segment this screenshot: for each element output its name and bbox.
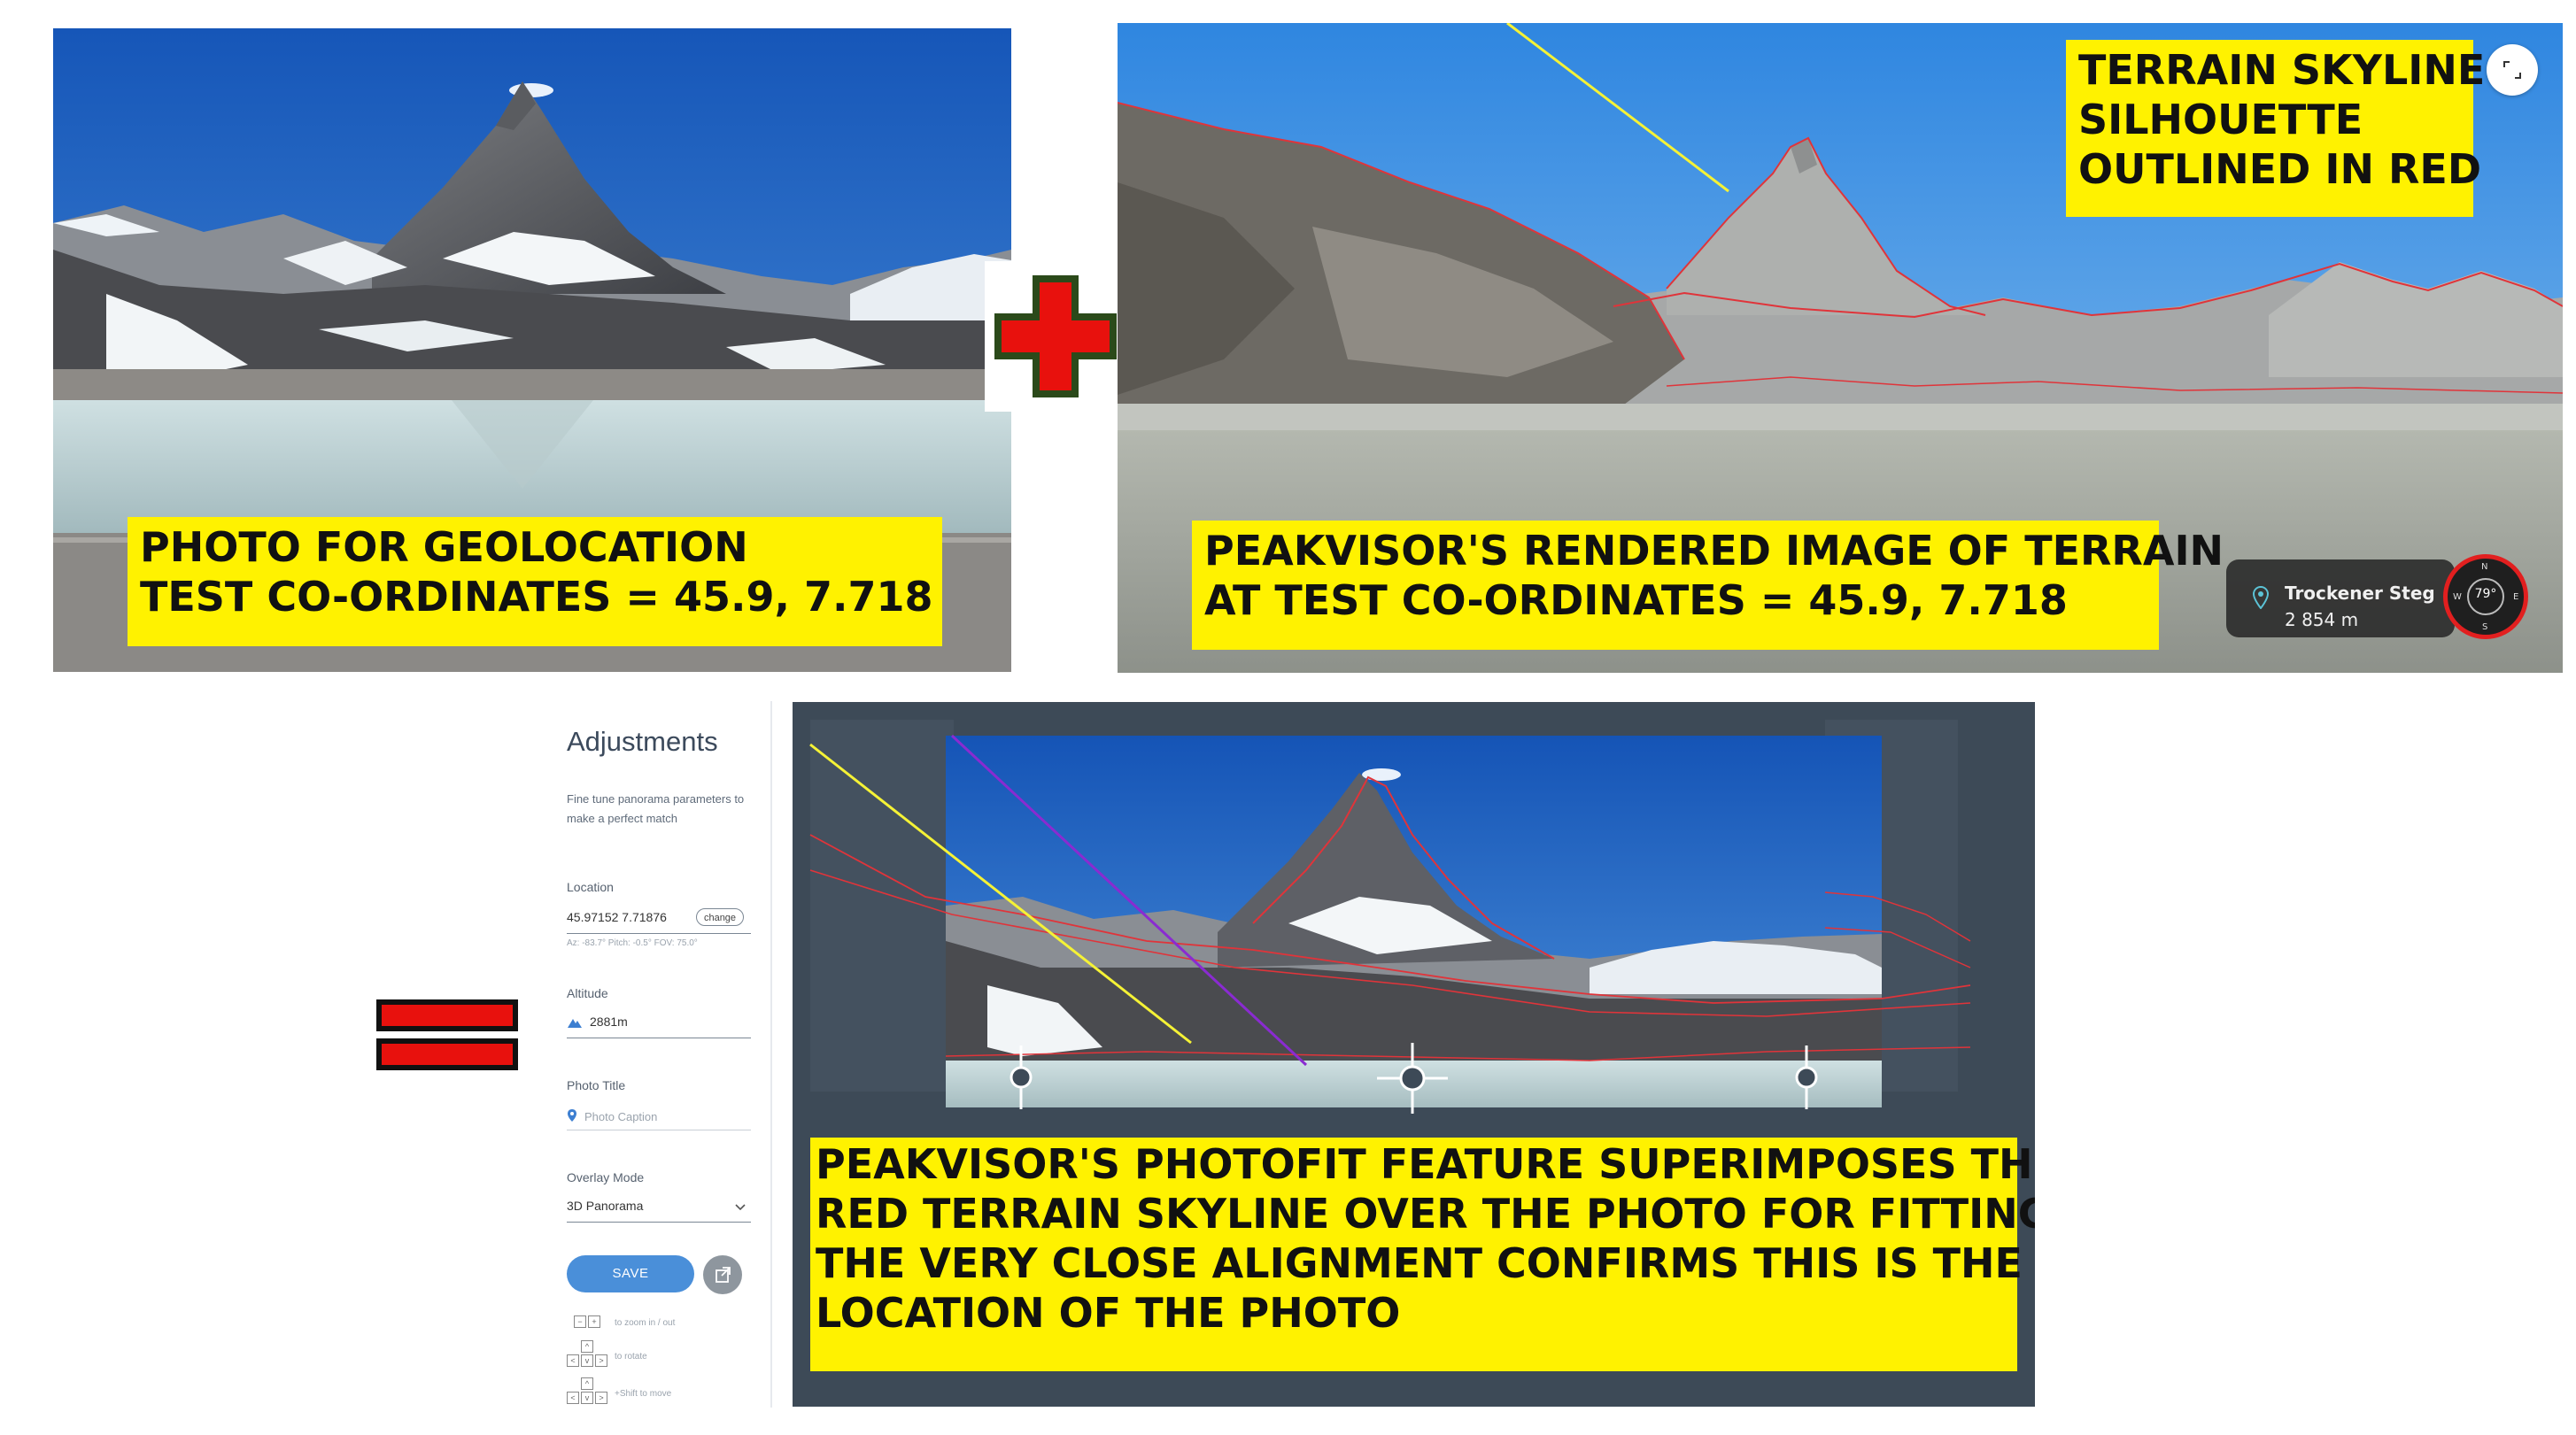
chevron-down-icon[interactable] <box>735 1204 746 1211</box>
mountain-icon <box>568 1019 582 1028</box>
orientation-readout: Az: -83.7° Pitch: -0.5° FOV: 75.0° <box>567 938 698 948</box>
compass-north: N <box>2481 562 2488 572</box>
equals-sign-icon <box>337 956 549 1111</box>
rendered-terrain-view[interactable]: TERRAIN SKYLINE SILHOUETTE OUTLINED IN R… <box>1118 23 2563 673</box>
geolocation-photo: PHOTO FOR GEOLOCATION TEST CO-ORDINATES … <box>53 28 1011 672</box>
overlay-mode-label: Overlay Mode <box>567 1170 645 1184</box>
skyline-caption-line3: OUTLINED IN RED <box>2078 145 2482 194</box>
location-rule <box>567 933 751 934</box>
compass-icon[interactable]: N W E S 79° <box>2443 554 2528 639</box>
poi-card[interactable]: Trockener Steg 2 854 m <box>2226 559 2455 637</box>
expand-icon[interactable] <box>2487 44 2538 96</box>
photo-title-label: Photo Title <box>567 1078 626 1092</box>
arrow-up-key: ^ <box>581 1340 593 1353</box>
change-location-button[interactable]: change <box>696 908 744 926</box>
adjustments-panel: Adjustments Fine tune panorama parameter… <box>538 701 772 1408</box>
arrow-down-key: v <box>581 1354 593 1367</box>
photofit-caption-line2: RED TERRAIN SKYLINE OVER THE PHOTO FOR F… <box>816 1190 2035 1238</box>
photo-caption-line1: PHOTO FOR GEOLOCATION <box>140 523 748 571</box>
photofit-caption-line3: THE VERY CLOSE ALIGNMENT CONFIRMS THIS I… <box>816 1239 2023 1288</box>
equals-sign-graphic <box>376 999 518 1070</box>
compass-south: S <box>2482 622 2488 632</box>
skyline-caption-line1: TERRAIN SKYLINE <box>2078 46 2486 94</box>
photo-caption-line2: TEST CO-ORDINATES = 45.9, 7.718 <box>140 573 933 621</box>
photofit-caption: PEAKVISOR'S PHOTOFIT FEATURE SUPERIMPOSE… <box>810 1138 2035 1371</box>
adjustments-title: Adjustments <box>567 726 718 757</box>
altitude-label: Altitude <box>567 986 608 1000</box>
photofit-caption-line1: PEAKVISOR'S PHOTOFIT FEATURE SUPERIMPOSE… <box>816 1140 2035 1188</box>
move-hint: +Shift to move <box>615 1389 672 1399</box>
shift-up-key: ^ <box>581 1377 593 1390</box>
render-caption-line1: PEAKVISOR'S RENDERED IMAGE OF TERRAIN <box>1204 527 2224 575</box>
zoom-in-key: + <box>588 1315 600 1328</box>
poi-name: Trockener Steg <box>2285 582 2435 604</box>
location-pin-icon <box>2253 586 2269 609</box>
plus-sign-graphic <box>994 275 1117 397</box>
overlay-rule <box>567 1222 751 1223</box>
shift-left-key: < <box>567 1392 579 1404</box>
arrow-left-key: < <box>567 1354 579 1367</box>
photofit-canvas[interactable]: PEAKVISOR'S PHOTOFIT FEATURE SUPERIMPOSE… <box>793 702 2035 1407</box>
expand-glyph <box>2503 61 2521 79</box>
photo-caption-input[interactable]: Photo Caption <box>584 1110 657 1123</box>
photo-caption: PHOTO FOR GEOLOCATION TEST CO-ORDINATES … <box>128 517 942 646</box>
overlay-mode-select[interactable]: 3D Panorama <box>567 1199 643 1213</box>
share-icon[interactable] <box>703 1255 742 1294</box>
location-field[interactable]: 45.97152 7.71876 <box>567 910 667 924</box>
render-caption-line2: AT TEST CO-ORDINATES = 45.9, 7.718 <box>1204 576 2068 625</box>
altitude-field[interactable]: 2881m <box>590 1015 628 1029</box>
shift-down-key: v <box>581 1392 593 1404</box>
rotate-hint: to rotate <box>615 1352 647 1362</box>
skyline-caption-line2: SILHOUETTE <box>2078 96 2363 144</box>
compass-reading: 79° <box>2474 587 2497 601</box>
poi-altitude: 2 854 m <box>2285 609 2359 630</box>
adjustments-description: Fine tune panorama parameters to make a … <box>567 792 745 825</box>
pin-icon <box>568 1109 576 1122</box>
shift-right-key: > <box>595 1392 607 1404</box>
location-label: Location <box>567 880 614 894</box>
plus-sign-icon <box>985 261 1126 412</box>
skyline-caption: TERRAIN SKYLINE SILHOUETTE OUTLINED IN R… <box>2066 40 2486 217</box>
zoom-out-key: − <box>574 1315 586 1328</box>
save-button[interactable]: SAVE <box>567 1255 694 1292</box>
share-glyph <box>716 1267 731 1283</box>
render-caption: PEAKVISOR'S RENDERED IMAGE OF TERRAIN AT… <box>1192 521 2224 650</box>
arrow-right-key: > <box>595 1354 607 1367</box>
zoom-hint: to zoom in / out <box>615 1318 676 1328</box>
photofit-caption-line4: LOCATION OF THE PHOTO <box>816 1289 1401 1338</box>
